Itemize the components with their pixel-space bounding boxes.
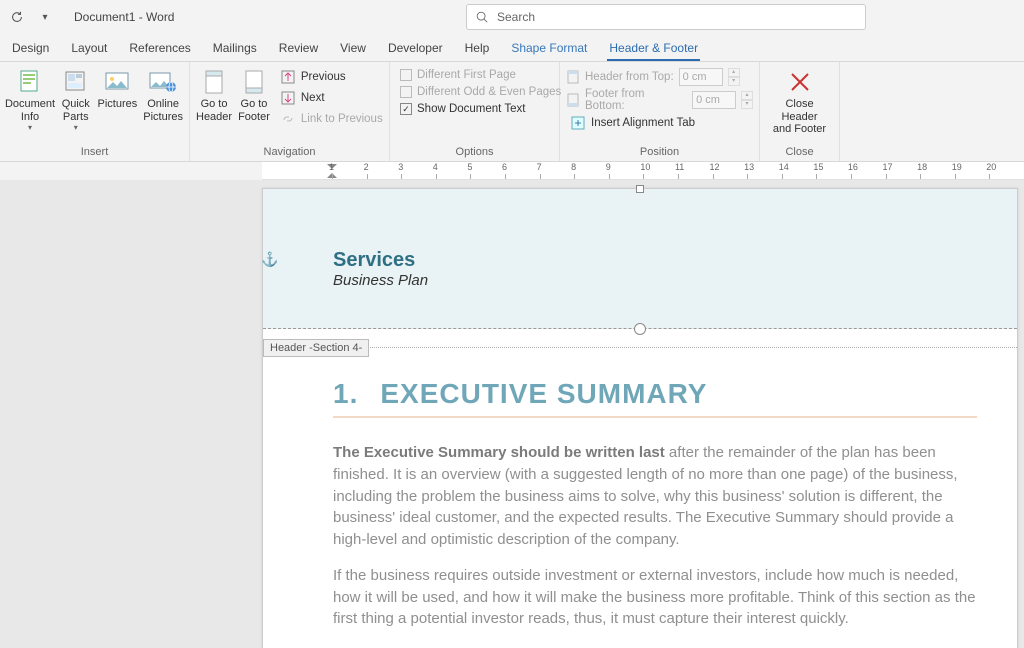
chevron-down-icon: ▾ bbox=[74, 123, 78, 132]
footer-bottom-value[interactable]: 0 cm bbox=[692, 91, 736, 109]
previous-button[interactable]: Previous bbox=[276, 68, 387, 86]
online-pictures-button[interactable]: Online Pictures bbox=[143, 66, 183, 125]
tab-review[interactable]: Review bbox=[277, 37, 320, 61]
previous-icon bbox=[280, 69, 296, 85]
header-subtitle[interactable]: Business Plan bbox=[333, 272, 957, 289]
group-label-position: Position bbox=[566, 144, 753, 161]
tab-design[interactable]: Design bbox=[10, 37, 51, 61]
checkbox-checked-icon bbox=[400, 103, 412, 115]
next-button[interactable]: Next bbox=[276, 89, 387, 107]
quick-parts-icon bbox=[61, 68, 91, 96]
document-area[interactable]: ⚓ Services Business Plan Header -Section… bbox=[0, 180, 1024, 648]
alignment-tab-icon bbox=[570, 115, 586, 131]
goto-header-button[interactable]: Go to Header bbox=[196, 66, 232, 125]
paragraph: If the business requires outside investm… bbox=[333, 565, 977, 630]
horizontal-ruler[interactable]: 1234567891011121314151617181920 bbox=[262, 162, 1024, 180]
checkbox-icon bbox=[400, 86, 412, 98]
spinner[interactable]: ▴▾ bbox=[728, 68, 740, 86]
different-first-page-checkbox[interactable]: Different First Page bbox=[396, 68, 565, 82]
next-icon bbox=[280, 90, 296, 106]
resize-handle[interactable] bbox=[636, 185, 644, 193]
link-previous-button[interactable]: Link to Previous bbox=[276, 110, 387, 128]
different-odd-even-checkbox[interactable]: Different Odd & Even Pages bbox=[396, 85, 565, 99]
ribbon-tabs: Design Layout References Mailings Review… bbox=[0, 34, 1024, 62]
header-zone[interactable]: ⚓ Services Business Plan bbox=[263, 189, 1017, 329]
show-document-text-checkbox[interactable]: Show Document Text bbox=[396, 102, 565, 116]
resize-handle[interactable] bbox=[634, 323, 646, 335]
tab-header-footer[interactable]: Header & Footer bbox=[607, 37, 700, 61]
close-icon bbox=[785, 68, 815, 96]
spinner[interactable]: ▴▾ bbox=[741, 91, 753, 109]
footer-from-bottom-row: Footer from Bottom: 0 cm ▴▾ bbox=[566, 88, 753, 112]
document-info-icon bbox=[15, 68, 45, 96]
tab-view[interactable]: View bbox=[338, 37, 368, 61]
search-input[interactable]: Search bbox=[466, 4, 866, 30]
tab-help[interactable]: Help bbox=[463, 37, 492, 61]
goto-footer-icon bbox=[239, 68, 269, 96]
search-icon bbox=[475, 10, 489, 24]
header-top-value[interactable]: 0 cm bbox=[679, 68, 723, 86]
tab-mailings[interactable]: Mailings bbox=[211, 37, 259, 61]
insert-alignment-tab-button[interactable]: Insert Alignment Tab bbox=[566, 114, 753, 132]
goto-header-icon bbox=[199, 68, 229, 96]
pictures-button[interactable]: Pictures bbox=[98, 66, 138, 113]
document-info-button[interactable]: Document Info ▾ bbox=[6, 66, 54, 134]
refresh-icon[interactable] bbox=[8, 8, 26, 26]
group-label-close: Close bbox=[766, 144, 833, 161]
paragraph: The Executive Summary should be written … bbox=[333, 442, 977, 551]
tab-developer[interactable]: Developer bbox=[386, 37, 445, 61]
header-top-icon bbox=[566, 70, 580, 84]
qat-dropdown-icon[interactable]: ▾ bbox=[36, 8, 54, 26]
chevron-down-icon: ▾ bbox=[28, 123, 32, 132]
page: ⚓ Services Business Plan Header -Section… bbox=[262, 188, 1018, 648]
close-header-footer-button[interactable]: Close Header and Footer bbox=[766, 66, 833, 138]
quick-parts-button[interactable]: Quick Parts ▾ bbox=[60, 66, 92, 134]
heading-1: 1.EXECUTIVE SUMMARY bbox=[333, 378, 977, 410]
ribbon: Document Info ▾ Quick Parts ▾ Pictures O… bbox=[0, 62, 1024, 162]
online-pictures-icon bbox=[148, 68, 178, 96]
header-title[interactable]: Services bbox=[333, 249, 957, 272]
group-label-insert: Insert bbox=[6, 144, 183, 161]
document-title: Document1 - Word bbox=[74, 10, 174, 24]
search-placeholder: Search bbox=[497, 10, 535, 24]
checkbox-icon bbox=[400, 69, 412, 81]
tab-shape-format[interactable]: Shape Format bbox=[509, 37, 589, 61]
group-label-navigation: Navigation bbox=[196, 144, 383, 161]
footer-bottom-icon bbox=[566, 93, 580, 107]
goto-footer-button[interactable]: Go to Footer bbox=[238, 66, 270, 125]
tab-references[interactable]: References bbox=[127, 37, 192, 61]
link-icon bbox=[280, 111, 296, 127]
pictures-icon bbox=[102, 68, 132, 96]
document-body: 1.EXECUTIVE SUMMARY The Executive Summar… bbox=[263, 348, 1017, 648]
anchor-icon: ⚓ bbox=[261, 251, 278, 268]
tab-layout[interactable]: Layout bbox=[69, 37, 109, 61]
section-tag: Header -Section 4- bbox=[263, 339, 369, 357]
header-from-top-row: Header from Top: 0 cm ▴▾ bbox=[566, 68, 753, 86]
paragraph: Suggested headings to organize this busi… bbox=[333, 644, 977, 648]
group-label-options: Options bbox=[396, 144, 553, 161]
